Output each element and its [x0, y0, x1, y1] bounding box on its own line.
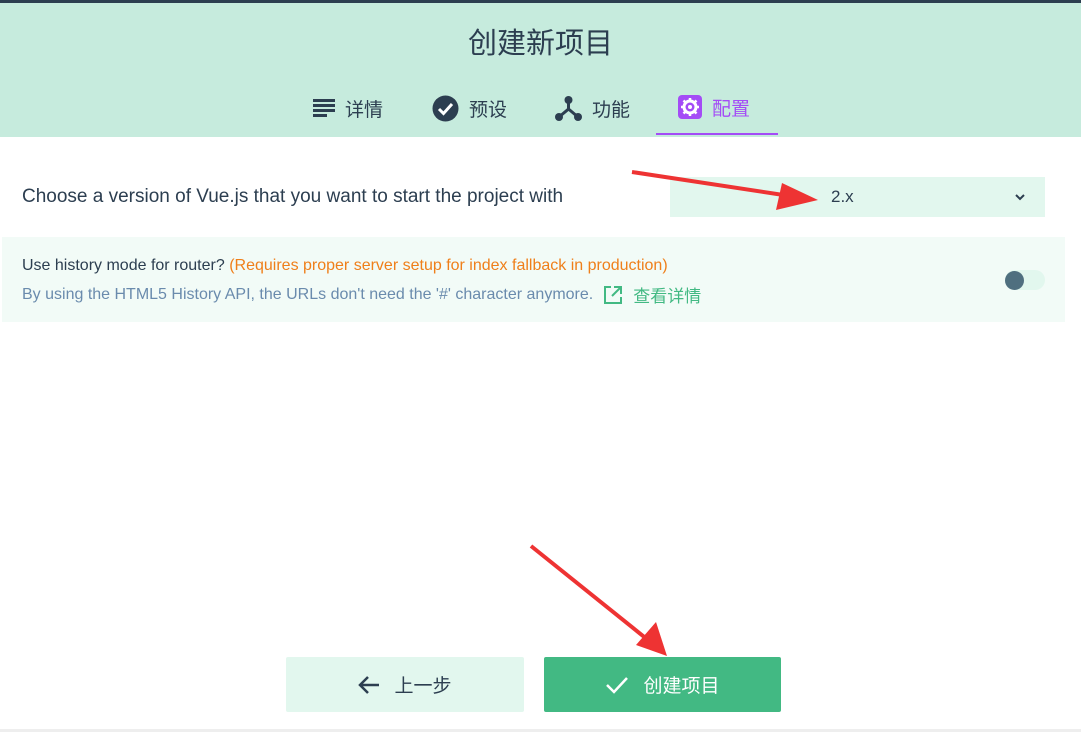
- fork-icon: [555, 95, 582, 121]
- prompt-description: By using the HTML5 History API, the URLs…: [22, 282, 701, 307]
- history-mode-toggle[interactable]: [1005, 270, 1045, 290]
- tab-presets-label: 预设: [469, 98, 508, 121]
- warning-text: (Requires proper server setup for index …: [229, 257, 668, 274]
- list-icon: [313, 99, 335, 117]
- previous-step-button[interactable]: 上一步: [286, 657, 524, 712]
- question-text: Use history mode for router?: [22, 257, 225, 274]
- prompt-vue-version: Choose a version of Vue.js that you want…: [0, 160, 1081, 232]
- external-link-icon: [604, 285, 623, 304]
- gear-icon: [678, 95, 702, 119]
- select-value: 2.x: [831, 187, 854, 206]
- tab-config[interactable]: 配置: [656, 81, 778, 135]
- prompt-question: Choose a version of Vue.js that you want…: [22, 186, 564, 207]
- page-title: 创建新项目: [467, 26, 613, 60]
- more-info-label: 查看详情: [633, 287, 702, 307]
- chevron-down-icon: [1015, 194, 1025, 201]
- prompt-history-mode[interactable]: Use history mode for router? (Requires p…: [2, 237, 1065, 322]
- version-select[interactable]: 2.x: [670, 177, 1045, 217]
- check-circle-icon: [432, 95, 459, 121]
- tab-presets[interactable]: 预设: [432, 81, 507, 135]
- tab-features[interactable]: 功能: [555, 81, 630, 135]
- previous-step-label: 上一步: [394, 675, 452, 697]
- prompt-question: Use history mode for router? (Requires p…: [22, 257, 668, 275]
- create-project-button[interactable]: 创建项目: [544, 657, 781, 712]
- tab-config-label: 配置: [712, 97, 751, 120]
- header: 创建新项目 详情 预设 功能 配置: [0, 3, 1081, 137]
- tab-details[interactable]: 详情: [313, 81, 383, 135]
- tab-features-label: 功能: [592, 98, 631, 121]
- checkmark-icon: [606, 676, 629, 694]
- arrow-left-icon: [358, 675, 380, 694]
- description-text: By using the HTML5 History API, the URLs…: [22, 285, 594, 303]
- tab-details-label: 详情: [345, 98, 384, 121]
- create-project-label: 创建项目: [643, 675, 720, 697]
- toggle-knob: [1005, 271, 1024, 290]
- more-info-link[interactable]: 查看详情: [603, 282, 701, 307]
